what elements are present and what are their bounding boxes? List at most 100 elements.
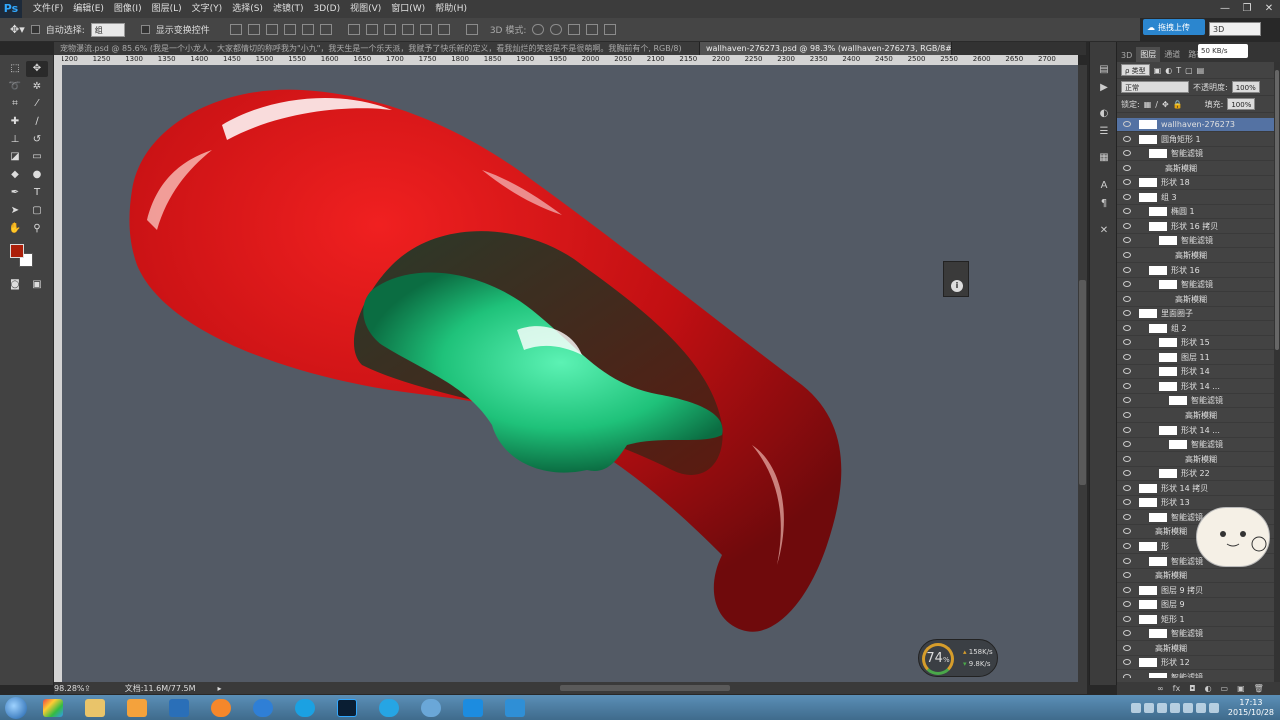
eye-icon[interactable] <box>1123 368 1131 375</box>
mask-icon[interactable]: ◘ <box>1189 684 1195 693</box>
layer-row[interactable]: 高斯模糊 <box>1117 293 1275 307</box>
upload-button[interactable]: ☁ 拖拽上传 <box>1143 19 1205 35</box>
fx-icon[interactable]: fx <box>1173 684 1181 693</box>
taskbar-ie-icon[interactable] <box>414 696 448 719</box>
align-bottom-icon[interactable] <box>265 24 278 35</box>
eye-icon[interactable] <box>1123 266 1131 273</box>
tray-shield-icon[interactable] <box>1182 702 1193 713</box>
share-icon[interactable]: ⇪ <box>84 684 91 693</box>
eye-icon[interactable] <box>1123 237 1131 244</box>
eye-icon[interactable] <box>1123 324 1131 331</box>
play-action-icon[interactable]: ▶ <box>1097 82 1111 94</box>
taskbar-sogou-icon[interactable] <box>246 696 280 719</box>
blend-mode-dropdown[interactable]: 正常 <box>1121 81 1189 93</box>
layer-row[interactable]: 高斯模糊 <box>1117 409 1275 423</box>
eye-icon[interactable] <box>1123 251 1131 258</box>
crop-tool-icon[interactable]: ⌗ <box>4 96 26 112</box>
align-right-icon[interactable] <box>319 24 332 35</box>
magic-wand-tool-icon[interactable]: ✲ <box>26 79 48 95</box>
layers-tab[interactable]: 3D <box>1117 49 1136 62</box>
marquee-tool-icon[interactable]: ⬚ <box>4 61 26 77</box>
layer-row[interactable]: 高斯模糊 <box>1117 642 1275 656</box>
distribute-top-icon[interactable] <box>347 24 360 35</box>
eye-icon[interactable] <box>1123 615 1131 622</box>
eye-icon[interactable] <box>1123 426 1131 433</box>
workspace-select[interactable]: 3D <box>1209 22 1261 36</box>
layer-row[interactable]: 形状 15 <box>1117 336 1275 351</box>
hand-tool-icon[interactable]: ✋ <box>4 221 26 237</box>
layer-row[interactable]: 智能滤镜 <box>1117 234 1275 249</box>
taskbar-qq-icon[interactable] <box>372 696 406 719</box>
eye-icon[interactable] <box>1123 630 1131 637</box>
adjust-icon[interactable]: ◐ <box>1205 684 1212 693</box>
layer-row[interactable]: 形状 14 拷贝 <box>1117 482 1275 496</box>
pan-3d-icon[interactable] <box>568 24 581 35</box>
eye-icon[interactable] <box>1123 397 1131 404</box>
eye-icon[interactable] <box>1123 455 1131 462</box>
auto-align-icon[interactable] <box>465 24 478 35</box>
orbit-3d-icon[interactable] <box>532 24 545 35</box>
menu-item[interactable]: 3D(D) <box>308 0 345 18</box>
layer-row[interactable]: 里面圈子 <box>1117 307 1275 322</box>
foreground-color-swatch[interactable] <box>10 244 24 258</box>
new-layer-icon[interactable]: ▣ <box>1237 684 1245 693</box>
eye-icon[interactable] <box>1123 310 1131 317</box>
layer-row[interactable]: 圆角矩形 1 <box>1117 133 1275 147</box>
character-panel-icon[interactable]: A <box>1097 180 1111 192</box>
layer-row[interactable]: 形状 12 <box>1117 656 1275 671</box>
menu-item[interactable]: 文件(F) <box>28 0 68 18</box>
dodge-tool-icon[interactable]: ● <box>26 167 48 183</box>
zoom-tool-icon[interactable]: ⚲ <box>26 221 48 237</box>
layer-row[interactable]: 形状 14 ... <box>1117 424 1275 438</box>
lock-move-icon[interactable]: ✥ <box>1162 100 1169 109</box>
eye-icon[interactable] <box>1123 222 1131 229</box>
move-tool-icon[interactable]: ✥▾ <box>10 23 25 36</box>
tools-preset-icon[interactable]: ✕ <box>1097 225 1111 237</box>
eye-icon[interactable] <box>1123 412 1131 418</box>
layers-tab[interactable]: 通道 <box>1160 47 1184 62</box>
layer-row[interactable]: 组 2 <box>1117 322 1275 336</box>
layer-row[interactable]: 智能滤镜 <box>1117 147 1275 162</box>
eye-icon[interactable] <box>1123 513 1131 520</box>
tray-battery-icon[interactable] <box>1195 702 1206 713</box>
eye-icon[interactable] <box>1123 572 1131 579</box>
menu-item[interactable]: 滤镜(T) <box>268 0 309 18</box>
stamp-tool-icon[interactable]: ⊥ <box>4 132 26 148</box>
info-icon[interactable]: i <box>951 280 963 292</box>
taskbar-cloud-icon[interactable] <box>498 696 532 719</box>
menu-item[interactable]: 视图(V) <box>345 0 386 18</box>
layer-row[interactable]: 高斯模糊 <box>1117 453 1275 467</box>
eye-icon[interactable] <box>1123 353 1131 360</box>
layer-row[interactable]: 图层 11 <box>1117 351 1275 365</box>
paragraph-panel-icon[interactable]: ¶ <box>1097 198 1111 210</box>
tray-ime-icon[interactable] <box>1143 702 1154 713</box>
layer-row[interactable]: 高斯模糊 <box>1117 569 1275 584</box>
layer-row[interactable]: 形状 14 <box>1117 365 1275 380</box>
eye-icon[interactable] <box>1123 528 1131 535</box>
layer-row[interactable]: 形状 18 <box>1117 176 1275 191</box>
layer-row[interactable]: 高斯模糊 <box>1117 249 1275 263</box>
eye-icon[interactable] <box>1123 484 1131 491</box>
lasso-tool-icon[interactable]: ➰ <box>4 79 26 95</box>
auto-select-checkbox[interactable] <box>30 25 40 34</box>
layer-row[interactable]: 智能滤镜 <box>1117 278 1275 293</box>
align-left-icon[interactable] <box>283 24 296 35</box>
eye-icon[interactable] <box>1123 542 1131 549</box>
menu-item[interactable]: 窗口(W) <box>386 0 430 18</box>
menu-item[interactable]: 编辑(E) <box>68 0 109 18</box>
lock-all-icon[interactable]: 🔒 <box>1173 100 1183 109</box>
eye-icon[interactable] <box>1123 193 1131 200</box>
distribute-bottom-icon[interactable] <box>383 24 396 35</box>
taskbar-search-icon[interactable] <box>288 696 322 719</box>
styles-panel-icon[interactable]: ▦ <box>1097 152 1111 164</box>
brush-tool-icon[interactable]: ∕ <box>26 114 48 130</box>
distribute-right-icon[interactable] <box>437 24 450 35</box>
tray-volume-icon[interactable] <box>1169 702 1180 713</box>
fill-input[interactable]: 100% <box>1227 98 1256 110</box>
folder-icon[interactable]: ▭ <box>1221 684 1229 693</box>
layer-row[interactable]: 智能滤镜 <box>1117 394 1275 409</box>
eye-icon[interactable] <box>1123 586 1131 593</box>
tray-app-icon[interactable] <box>1130 702 1141 713</box>
layer-row[interactable]: 组 3 <box>1117 191 1275 205</box>
filter-shape-icon[interactable]: ▢ <box>1185 66 1193 75</box>
